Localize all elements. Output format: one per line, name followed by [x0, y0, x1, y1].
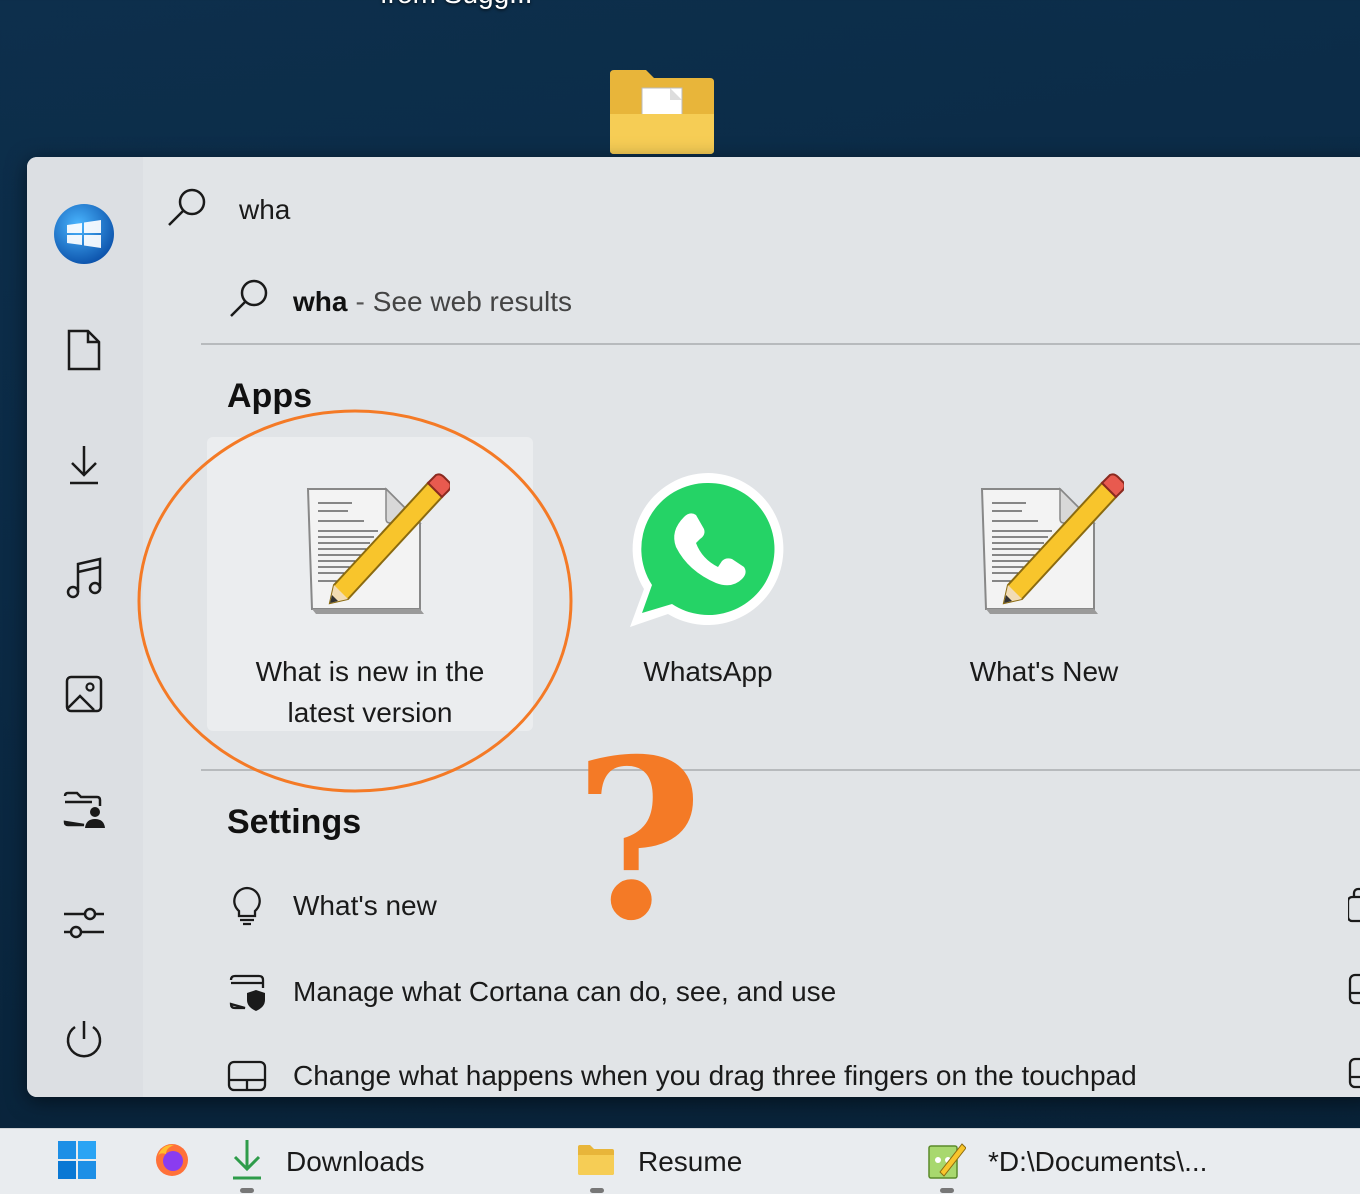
desktop-icon-label: from Sugg... — [380, 0, 533, 10]
setting-result-touchpad[interactable]: Change what happens when you drag three … — [227, 1051, 1137, 1097]
app-label: What is new in the latest version — [207, 651, 533, 733]
apps-section-title: Apps — [227, 377, 312, 415]
folder-icon — [576, 1143, 616, 1182]
web-hint-text: See web results — [372, 286, 573, 317]
search-results-pane: wha - See web results Apps — [143, 157, 1360, 1097]
taskbar-downloads[interactable]: Downloads — [230, 1129, 425, 1194]
settings-section-title: Settings — [227, 803, 362, 841]
whatsapp-icon — [628, 469, 788, 629]
setting-result-whats-new[interactable]: What's new — [227, 881, 437, 931]
windows-logo-icon — [56, 1139, 98, 1186]
divider — [201, 769, 1360, 771]
web-query-text: wha — [293, 286, 348, 317]
notepad-plus-plus-icon — [964, 469, 1126, 629]
running-indicator — [240, 1188, 254, 1193]
app-label: WhatsApp — [643, 656, 773, 687]
download-arrow-icon — [230, 1138, 264, 1187]
search-input[interactable] — [237, 193, 641, 227]
app-result-whatsapp[interactable]: WhatsApp — [545, 437, 871, 731]
documents-icon[interactable] — [53, 319, 115, 381]
touchpad-icon — [1348, 1053, 1360, 1093]
touchpad-icon — [1348, 969, 1360, 1009]
taskbar: Downloads Resume *D:\Documents\... — [0, 1128, 1360, 1194]
setting-label: What's new — [293, 890, 437, 921]
web-results-row[interactable]: wha - See web results — [227, 277, 572, 327]
search-icon — [165, 186, 209, 235]
taskbar-label: Resume — [638, 1146, 743, 1177]
app-label-line1: What is new in the — [255, 656, 485, 687]
touchpad-icon — [227, 1056, 267, 1096]
divider — [201, 343, 1360, 345]
setting-result-cortana[interactable]: Manage what Cortana can do, see, and use — [227, 967, 836, 1017]
app-label: What's New — [969, 656, 1119, 687]
notepad-plus-plus-icon — [926, 1140, 967, 1185]
search-bar — [165, 185, 641, 235]
desktop-folder-icon[interactable] — [608, 66, 718, 156]
app-label-line2: latest version — [287, 697, 453, 728]
lightbulb-icon — [227, 886, 267, 926]
taskbar-resume[interactable]: Resume — [576, 1129, 742, 1194]
user-avatar[interactable] — [53, 203, 115, 265]
setting-label: Change what happens when you drag three … — [293, 1060, 1137, 1091]
music-icon[interactable] — [53, 547, 115, 609]
power-icon[interactable] — [53, 1009, 115, 1071]
web-separator: - — [355, 286, 365, 317]
start-button[interactable] — [56, 1129, 98, 1194]
taskbar-notepad[interactable]: *D:\Documents\... — [926, 1129, 1207, 1194]
start-rail — [27, 157, 143, 1097]
web-search-icon — [227, 277, 271, 328]
taskbar-label: Downloads — [286, 1146, 425, 1177]
pictures-icon[interactable] — [53, 663, 115, 725]
downloads-icon[interactable] — [53, 433, 115, 495]
shield-window-icon — [227, 972, 267, 1012]
setting-label: Manage what Cortana can do, see, and use — [293, 976, 837, 1007]
copy-window-icon — [1346, 885, 1360, 925]
personal-folder-icon[interactable] — [53, 779, 115, 841]
notepad-plus-plus-icon — [290, 469, 452, 629]
running-indicator — [590, 1188, 604, 1193]
taskbar-label: *D:\Documents\... — [988, 1146, 1208, 1177]
app-result-what-is-new[interactable]: What is new in the latest version — [207, 437, 533, 731]
app-result-whats-new[interactable]: What's New — [881, 437, 1207, 731]
taskbar-firefox[interactable] — [154, 1129, 190, 1194]
firefox-icon — [154, 1142, 190, 1183]
start-menu: wha - See web results Apps — [27, 157, 1360, 1097]
running-indicator — [940, 1188, 954, 1193]
settings-sliders-icon[interactable] — [53, 893, 115, 955]
